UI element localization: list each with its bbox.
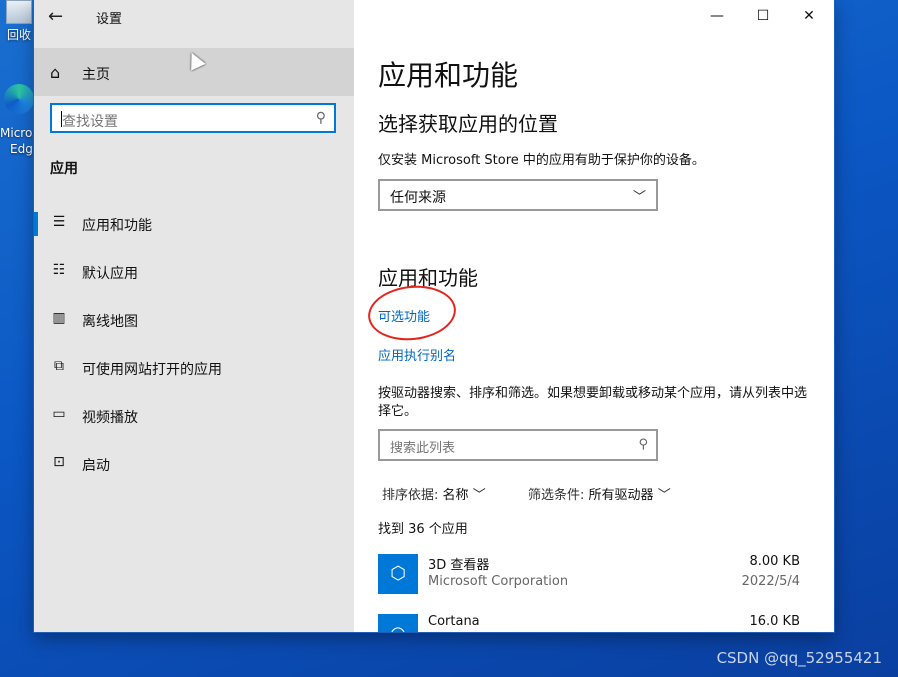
apps-list-icon: ☰ (52, 214, 66, 230)
settings-window: ← 设置 ⌂ 主页 查找设置 ⚲ 应用 ☰ 应用和功能 ☷ 默认应用 ▥ 离线地… (34, 0, 834, 632)
filter-value: 所有驱动器 (588, 488, 654, 503)
app-source-dropdown[interactable]: 任何来源 ﹀ (378, 179, 658, 211)
sidebar-item-video-playback[interactable]: ▭ 视频播放 (34, 396, 354, 436)
minimize-button[interactable]: — (694, 4, 740, 28)
filter-label: 筛选条件: (528, 488, 585, 503)
page-title: 应用和功能 (378, 59, 519, 92)
choose-location-description: 仅安装 Microsoft Store 中的应用有助于保护你的设备。 (378, 153, 705, 168)
app-size: 8.00 KB (749, 554, 800, 569)
watermark: CSDN @qq_52955421 (716, 649, 882, 667)
apps-for-websites-icon: ⧉ (54, 358, 64, 374)
app-name: 3D 查看器 (428, 558, 490, 573)
active-indicator (34, 212, 38, 236)
section-label-apps: 应用 (50, 161, 78, 177)
edge-icon (4, 84, 34, 114)
sidebar-item-label: 离线地图 (82, 314, 138, 330)
recycle-bin-icon (6, 0, 32, 24)
back-arrow-icon[interactable]: ← (48, 6, 70, 28)
dropdown-value: 任何来源 (390, 190, 446, 206)
cortana-icon: ○ (378, 614, 418, 632)
sidebar-item-label: 应用和功能 (82, 218, 152, 234)
app-execution-aliases-link[interactable]: 应用执行别名 (378, 345, 456, 364)
app-list-item[interactable]: ⬡ 3D 查看器 Microsoft Corporation 8.00 KB 2… (378, 554, 808, 606)
app-publisher: Microsoft Corporation (428, 574, 569, 589)
chevron-down-icon: ﹀ (657, 488, 671, 503)
sidebar-item-label: 启动 (82, 458, 110, 474)
sidebar-item-default-apps[interactable]: ☷ 默认应用 (34, 252, 354, 292)
default-apps-icon: ☷ (52, 262, 66, 278)
startup-icon: ⊡ (53, 454, 65, 470)
edge-label-line1: Micros (0, 126, 39, 140)
search-icon: ⚲ (315, 110, 326, 126)
sidebar-item-offline-maps[interactable]: ▥ 离线地图 (34, 300, 354, 340)
search-list-input[interactable]: 搜索此列表 ⚲ (378, 429, 658, 461)
search-settings-input[interactable]: 查找设置 ⚲ (50, 103, 336, 133)
filter-dropdown[interactable]: 筛选条件: 所有驱动器 ﹀ (528, 484, 671, 503)
edge-desktop-icon[interactable]: Micros Edg (0, 78, 39, 168)
search-icon: ⚲ (638, 437, 648, 452)
search-description: 按驱动器搜索、排序和筛选。如果想要卸载或移动某个应用，请从列表中选择它。 (378, 386, 808, 419)
sidebar-item-apps-features[interactable]: ☰ 应用和功能 (34, 204, 354, 244)
video-playback-icon: ▭ (52, 406, 66, 422)
choose-location-heading: 选择获取应用的位置 (378, 112, 558, 136)
app-list-item[interactable]: ○ Cortana 16.0 KB (378, 614, 808, 632)
sort-dropdown[interactable]: 排序依据: 名称 ﹀ (382, 484, 486, 503)
main-content: — ☐ ✕ 应用和功能 选择获取应用的位置 仅安装 Microsoft Stor… (354, 0, 834, 632)
sidebar-item-label: 可使用网站打开的应用 (82, 362, 222, 378)
app-name: Cortana (428, 614, 480, 629)
home-icon: ⌂ (50, 63, 61, 82)
sidebar-item-startup[interactable]: ⊡ 启动 (34, 444, 354, 484)
sort-label: 排序依据: (382, 488, 439, 503)
sidebar-item-label: 视频播放 (82, 410, 138, 426)
sidebar-item-apps-for-websites[interactable]: ⧉ 可使用网站打开的应用 (34, 348, 354, 388)
chevron-down-icon: ﹀ (632, 190, 646, 205)
close-button[interactable]: ✕ (786, 4, 832, 28)
window-title: 设置 (96, 12, 123, 27)
home-label: 主页 (82, 67, 110, 83)
sort-value: 名称 (442, 488, 469, 503)
offline-maps-icon: ▥ (52, 310, 66, 326)
recycle-bin-label: 回收 (7, 28, 32, 42)
search-placeholder: 查找设置 (62, 114, 118, 130)
maximize-button[interactable]: ☐ (740, 4, 786, 28)
search-list-placeholder: 搜索此列表 (390, 441, 456, 456)
sidebar: ← 设置 ⌂ 主页 查找设置 ⚲ 应用 ☰ 应用和功能 ☷ 默认应用 ▥ 离线地… (34, 0, 354, 632)
3d-viewer-icon: ⬡ (378, 554, 418, 594)
found-count: 找到 36 个应用 (378, 522, 468, 537)
app-date: 2022/5/4 (741, 574, 800, 589)
sidebar-item-label: 默认应用 (82, 266, 138, 282)
optional-features-link[interactable]: 可选功能 (378, 306, 430, 325)
chevron-down-icon: ﹀ (472, 488, 486, 503)
edge-label-line2: Edg (10, 142, 33, 156)
recycle-bin-desktop-icon[interactable]: 回收 (0, 0, 34, 44)
app-size: 16.0 KB (749, 614, 800, 629)
